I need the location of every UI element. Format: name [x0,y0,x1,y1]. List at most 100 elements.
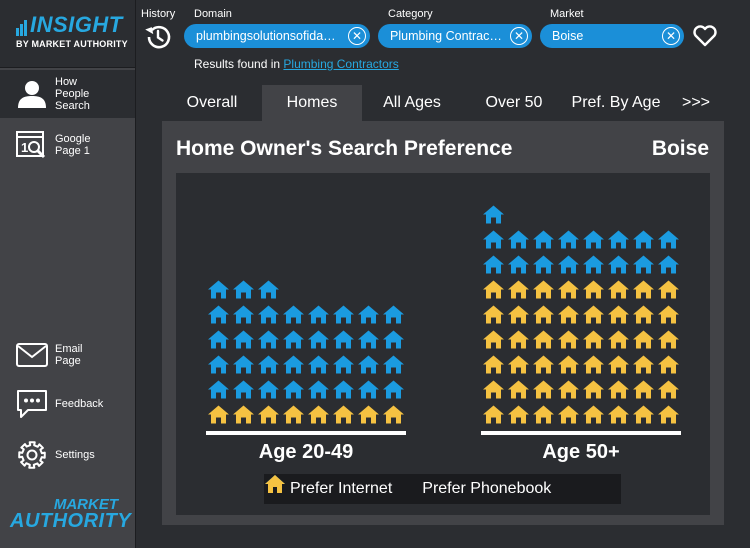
tab-more[interactable]: >>> [666,85,726,121]
house-icon-phonebook [633,380,654,399]
chart-legend: Prefer Internet Prefer Phonebook [264,474,621,504]
sidebar-item-label: Email Page [55,343,83,367]
house-icon-internet [483,205,504,224]
house-icon-phonebook [508,330,529,349]
house-icon-phonebook [483,380,504,399]
panel-market: Boise [651,137,709,160]
sidebar-item-label: How People Search [55,76,90,112]
house-icon-internet [483,255,504,274]
house-icon-phonebook [608,305,629,324]
house-icon-internet [583,255,604,274]
house-icon-internet [358,330,379,349]
category-label: Category [388,8,433,20]
house-icon-internet [608,230,629,249]
house-icon-phonebook [658,355,679,374]
clear-market-icon[interactable]: ✕ [662,27,680,45]
house-icon-phonebook [658,305,679,324]
house-icon-internet [233,380,254,399]
history-label: History [141,8,176,20]
house-icon-internet [633,230,654,249]
house-icon-phonebook [658,280,679,299]
house-icon-internet [333,355,354,374]
house-icon-internet [258,280,279,299]
domain-label: Domain [194,8,232,20]
house-icon-internet [333,305,354,324]
tab-overall[interactable]: Overall [162,85,262,121]
tab-pref-by-age[interactable]: Pref. By Age [566,85,666,121]
house-icon-phonebook [608,330,629,349]
house-icon-phonebook [583,405,604,424]
sidebar-item-feedback[interactable]: Feedback [0,386,135,422]
house-icon-phonebook [358,405,379,424]
house-icon-internet [608,255,629,274]
house-icon-phonebook [633,330,654,349]
panel-title: Home Owner's Search Preference [176,137,513,160]
sidebar-item-email-page[interactable]: Email Page [0,338,135,372]
house-icon-internet [208,380,229,399]
chat-bubble-icon [15,387,49,421]
house-icon-internet [233,280,254,299]
house-icon-internet [658,255,679,274]
house-icon-phonebook [558,380,579,399]
house-icon-internet [383,380,404,399]
house-icon-internet [308,355,329,374]
house-icon-internet [333,380,354,399]
house-icon-internet [208,280,229,299]
envelope-icon [15,338,49,372]
insight-logo[interactable]: INSIGHT BY MARKET AUTHORITY [0,0,135,68]
house-icon-internet [258,380,279,399]
category-filter-pill[interactable]: Plumbing Contractors ✕ [378,24,532,48]
house-icon-internet [508,255,529,274]
house-icon-phonebook [558,355,579,374]
sidebar-item-how-people-search[interactable]: How People Search [0,70,135,118]
group-baseline [206,431,406,435]
house-icon-phonebook [533,355,554,374]
house-icon-phonebook [308,405,329,424]
sidebar-item-label: Feedback [55,398,104,410]
house-icon-internet [308,305,329,324]
house-icon-internet [258,355,279,374]
legend-item-internet: Prefer Internet [265,475,393,498]
results-category-link[interactable]: Plumbing Contractors [283,57,398,71]
house-icon-internet [358,305,379,324]
sidebar-item-google-page-1[interactable]: 1 Google Page 1 [0,124,135,166]
house-icon-internet [283,305,304,324]
heart-icon[interactable] [692,24,718,48]
house-icon-internet [208,355,229,374]
tab-over-50[interactable]: Over 50 [462,85,566,121]
house-icon-phonebook [633,280,654,299]
house-icon-internet [283,330,304,349]
house-icon-internet [233,355,254,374]
house-icon-phonebook [608,380,629,399]
house-icon-phonebook [508,355,529,374]
market-authority-logo: MARKET AUTHORITY [10,497,131,531]
legend-label: Prefer Internet [290,480,393,497]
svg-text:1: 1 [21,140,28,155]
house-icon-phonebook [533,405,554,424]
house-icon-phonebook [283,405,304,424]
tab-homes[interactable]: Homes [262,85,362,121]
house-icon-phonebook [658,380,679,399]
house-icon-internet [283,380,304,399]
house-icon-phonebook [633,305,654,324]
house-icon-internet [208,330,229,349]
house-icon-phonebook [508,280,529,299]
house-icon-phonebook [508,380,529,399]
house-icon [265,475,285,493]
house-icon-phonebook [483,405,504,424]
clear-category-icon[interactable]: ✕ [510,27,528,45]
market-filter-pill[interactable]: Boise ✕ [540,24,684,48]
sidebar-item-settings[interactable]: Settings [0,437,135,473]
clear-domain-icon[interactable]: ✕ [348,27,366,45]
house-icon-internet [358,355,379,374]
house-icon-internet [208,305,229,324]
house-icon-phonebook [583,330,604,349]
tab-all-ages[interactable]: All Ages [362,85,462,121]
house-icon-phonebook [583,305,604,324]
house-icon-phonebook [258,405,279,424]
history-icon[interactable] [143,22,173,52]
legend-label: Prefer Phonebook [422,480,552,497]
house-icon-phonebook [558,305,579,324]
sidebar-item-label: Settings [55,449,95,461]
domain-filter-pill[interactable]: plumbingsolutionsofidaho.com ✕ [184,24,370,48]
